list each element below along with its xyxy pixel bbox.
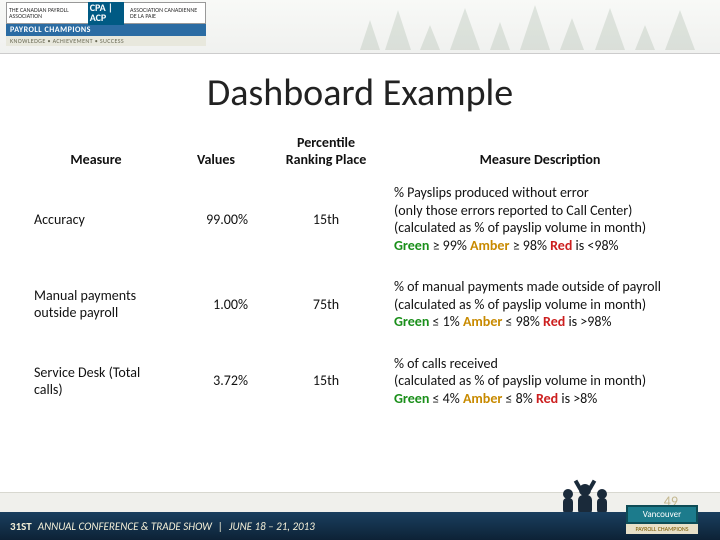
conf-dates: JUNE 18 – 21, 2013 <box>229 520 315 533</box>
conf-ordinal: 31ST <box>10 520 32 533</box>
city-badge: Vancouver PAYROLL CHAMPIONS <box>626 505 698 534</box>
cell-desc: % of calls received(calculated as % of p… <box>386 345 694 422</box>
logo-block: THE CANADIAN PAYROLL ASSOCIATION CPA | A… <box>6 2 206 46</box>
banner-title: PAYROLL CHAMPIONS <box>6 24 206 36</box>
content-area: MeasureValuesPercentile Ranking PlaceMea… <box>0 124 720 421</box>
cell-value: 99.00% <box>166 174 266 268</box>
cell-value: 1.00% <box>166 268 266 345</box>
logo-org-row: THE CANADIAN PAYROLL ASSOCIATION CPA | A… <box>6 2 206 24</box>
org-left: THE CANADIAN PAYROLL ASSOCIATION <box>7 6 84 21</box>
banner-tagline: KNOWLEDGE • ACHIEVEMENT • SUCCESS <box>6 36 206 46</box>
dashboard-table: MeasureValuesPercentile Ranking PlaceMea… <box>26 124 694 421</box>
footer: 31ST ANNUAL CONFERENCE & TRADE SHOW | JU… <box>0 492 720 540</box>
cell-rank: 75th <box>266 268 386 345</box>
cell-measure: Manual payments outside payroll <box>26 268 166 345</box>
logo-abbr: CPA | ACP <box>88 2 124 25</box>
city-sub: PAYROLL CHAMPIONS <box>626 524 698 534</box>
th-measure: Measure <box>26 124 166 174</box>
cell-value: 3.72% <box>166 345 266 422</box>
th-values: Values <box>166 124 266 174</box>
cell-measure: Service Desk (Total calls) <box>26 345 166 422</box>
cell-rank: 15th <box>266 174 386 268</box>
cell-measure: Accuracy <box>26 174 166 268</box>
th-desc: Measure Description <box>386 124 694 174</box>
slide-title: Dashboard Example <box>0 70 720 116</box>
cell-desc: % of manual payments made outside of pay… <box>386 268 694 345</box>
trees-decoration <box>340 0 720 54</box>
header: THE CANADIAN PAYROLL ASSOCIATION CPA | A… <box>0 0 720 54</box>
org-right: ASSOCIATION CANADIENNE DE LA PAIE <box>128 6 205 21</box>
conf-text: ANNUAL CONFERENCE & TRADE SHOW <box>38 520 212 533</box>
city-name: Vancouver <box>626 505 698 524</box>
cell-rank: 15th <box>266 345 386 422</box>
cell-desc: % Payslips produced without error(only t… <box>386 174 694 268</box>
footer-bar: 31ST ANNUAL CONFERENCE & TRADE SHOW | JU… <box>0 512 720 540</box>
th-rank: Percentile Ranking Place <box>266 124 386 174</box>
separator: | <box>218 520 223 533</box>
